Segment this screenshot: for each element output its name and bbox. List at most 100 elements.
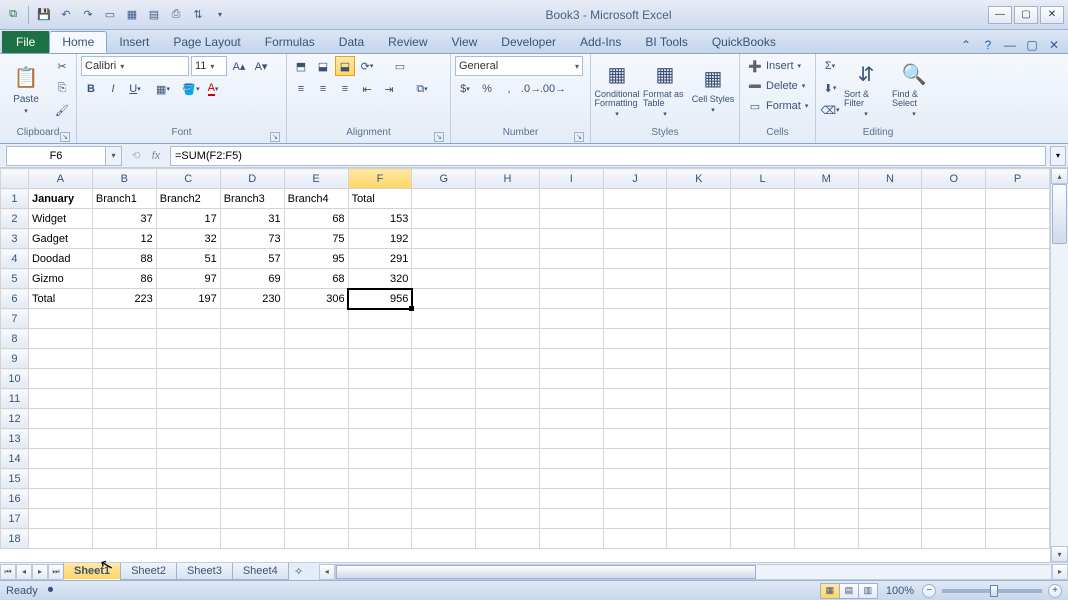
hscroll-thumb[interactable] [336,565,756,579]
cell[interactable] [922,249,986,269]
prev-sheet-icon[interactable]: ◂ [16,564,32,580]
cell[interactable] [476,189,540,209]
cell[interactable] [539,369,603,389]
cell[interactable] [28,389,92,409]
cell[interactable] [220,349,284,369]
cell[interactable] [603,449,667,469]
save-icon[interactable]: 💾 [35,6,53,24]
cell[interactable] [922,289,986,309]
cell[interactable] [731,469,795,489]
cell[interactable]: Branch1 [92,189,156,209]
cell[interactable] [476,469,540,489]
cell[interactable] [667,489,731,509]
cell[interactable]: 88 [92,249,156,269]
cell[interactable] [603,189,667,209]
cell[interactable] [922,449,986,469]
cell[interactable] [922,469,986,489]
name-box[interactable]: F6 [6,146,106,166]
cell[interactable] [539,489,603,509]
cell[interactable] [476,389,540,409]
cell[interactable]: 69 [220,269,284,289]
column-header[interactable]: I [539,169,603,189]
italic-button[interactable]: I [103,79,123,99]
cell[interactable] [156,349,220,369]
cell[interactable] [858,309,922,329]
cell[interactable] [922,229,986,249]
cell[interactable] [667,309,731,329]
cell[interactable] [476,269,540,289]
format-as-table-button[interactable]: ▦Format as Table▾ [643,56,687,122]
tab-bitools[interactable]: BI Tools [633,31,699,53]
cell[interactable] [794,429,858,449]
cell[interactable] [731,409,795,429]
cell[interactable] [28,449,92,469]
redo-icon[interactable]: ↷ [79,6,97,24]
row-header[interactable]: 1 [1,189,29,209]
cell[interactable] [603,249,667,269]
cell[interactable] [412,429,476,449]
cell[interactable]: 223 [92,289,156,309]
cell[interactable] [922,409,986,429]
cell[interactable] [603,369,667,389]
cell[interactable] [539,189,603,209]
cell[interactable] [667,469,731,489]
cell[interactable]: Total [28,289,92,309]
cell[interactable] [539,309,603,329]
macro-record-icon[interactable]: ⏺ [48,584,54,597]
cell[interactable] [922,389,986,409]
cell[interactable] [986,189,1050,209]
dialog-launcher-icon[interactable]: ↘ [270,132,280,142]
minimize-ribbon-icon[interactable]: ⌃ [958,37,974,53]
cell[interactable] [92,449,156,469]
row-header[interactable]: 7 [1,309,29,329]
expand-formula-bar-icon[interactable]: ▾ [1050,146,1066,166]
cell[interactable] [858,489,922,509]
cell[interactable] [986,329,1050,349]
cell[interactable] [348,369,412,389]
cell[interactable] [603,209,667,229]
cell[interactable]: 291 [348,249,412,269]
cell[interactable] [156,309,220,329]
tab-formulas[interactable]: Formulas [253,31,327,53]
cell[interactable] [412,269,476,289]
cell[interactable] [794,469,858,489]
cell[interactable] [539,409,603,429]
font-size-combo[interactable]: 11▾ [191,56,227,76]
cell[interactable] [731,449,795,469]
cell[interactable] [667,329,731,349]
sheet-tab[interactable]: Sheet2 [120,563,177,580]
cell[interactable]: 306 [284,289,348,309]
decr-decimal-icon[interactable]: .00→ [543,79,563,99]
cell[interactable] [156,509,220,529]
cell[interactable] [731,189,795,209]
cell[interactable] [858,209,922,229]
cell[interactable]: Branch4 [284,189,348,209]
row-header[interactable]: 2 [1,209,29,229]
cell[interactable] [539,329,603,349]
cell[interactable] [348,389,412,409]
decr-indent-icon[interactable]: ⇤ [357,79,377,99]
cell[interactable] [667,449,731,469]
column-header[interactable]: A [28,169,92,189]
cell[interactable] [858,229,922,249]
align-bottom-icon[interactable]: ⬓ [335,56,355,76]
autosum-icon[interactable]: Σ▾ [820,56,840,76]
cell[interactable] [348,329,412,349]
cell[interactable] [412,509,476,529]
cell[interactable] [794,489,858,509]
cell[interactable] [28,529,92,549]
cell[interactable]: 31 [220,209,284,229]
cell[interactable] [539,449,603,469]
cell[interactable] [731,309,795,329]
cell[interactable] [603,489,667,509]
row-header[interactable]: 16 [1,489,29,509]
cell[interactable] [92,469,156,489]
cell[interactable] [603,289,667,309]
cell[interactable] [412,529,476,549]
cell[interactable] [412,349,476,369]
scroll-right-icon[interactable]: ▸ [1052,564,1068,580]
cell[interactable] [28,329,92,349]
cell[interactable] [667,269,731,289]
qat-more-icon[interactable]: ▾ [211,6,229,24]
cell[interactable] [28,509,92,529]
